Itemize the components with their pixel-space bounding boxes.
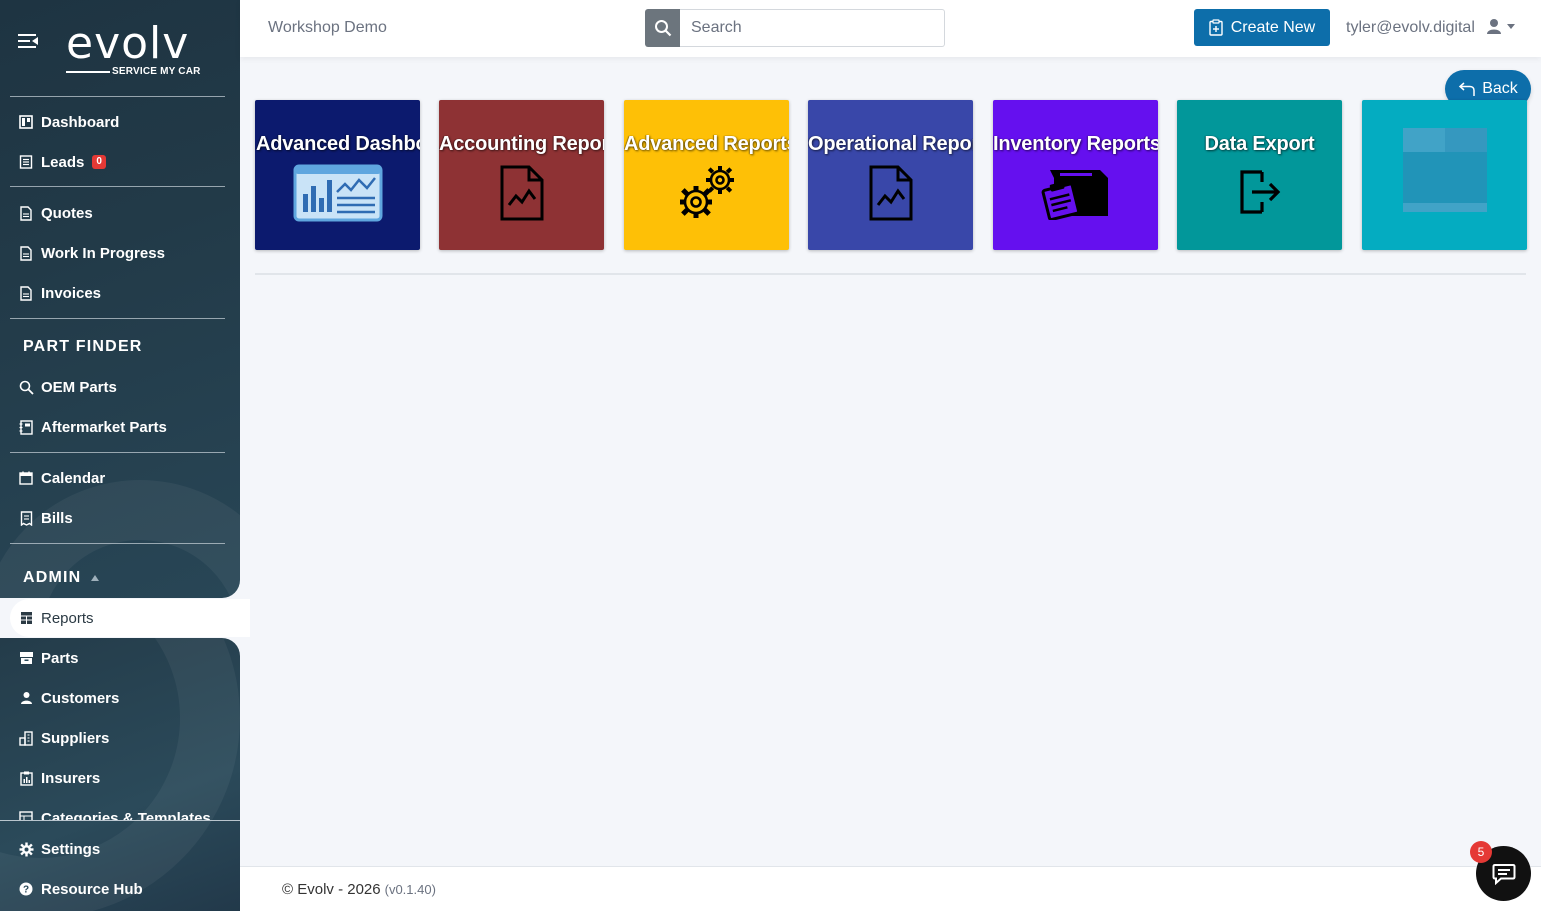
sidebar-divider	[10, 96, 225, 97]
part-finder-heading: PART FINDER	[23, 338, 143, 355]
evolv-logo[interactable]: evolv SERVICE MY CAR	[66, 22, 206, 80]
sidebar-divider	[10, 186, 225, 187]
menu-collapse-icon[interactable]	[18, 32, 40, 50]
building-icon	[18, 730, 34, 746]
table-placeholder-icon	[1402, 128, 1487, 212]
sidebar-item-oem-parts[interactable]: OEM Parts	[18, 376, 117, 398]
sidebar-item-calendar[interactable]: Calendar	[18, 467, 105, 489]
user-email: tyler@evolv.digital	[1346, 19, 1475, 36]
footer: © Evolv - 2026 (v0.1.40)	[240, 866, 1541, 911]
sidebar-item-quotes[interactable]: Quotes	[18, 202, 93, 224]
app-version: (v0.1.40)	[384, 882, 436, 897]
calendar-icon	[18, 470, 34, 486]
content-divider	[255, 273, 1526, 275]
report-file-icon	[869, 165, 912, 221]
sidebar-item-bills[interactable]: Bills	[18, 507, 73, 529]
chevron-down-icon	[1507, 24, 1515, 29]
tile-unlabeled-report[interactable]	[1362, 100, 1527, 250]
tile-advanced-dashboard[interactable]: Advanced Dashboard	[255, 100, 420, 250]
sidebar-item-leads[interactable]: Leads 0	[18, 151, 106, 173]
template-icon	[18, 810, 34, 820]
tile-accounting-reports[interactable]: Accounting Reports	[439, 100, 604, 250]
sidebar-item-settings[interactable]: Settings	[18, 838, 100, 860]
leads-count-badge: 0	[92, 155, 106, 169]
sidebar-item-reports[interactable]: Reports	[18, 607, 94, 629]
sidebar-item-work-in-progress[interactable]: Work In Progress	[18, 242, 165, 264]
tile-operational-reports[interactable]: Operational Reports	[808, 100, 973, 250]
tile-advanced-reports[interactable]: Advanced Reports	[624, 100, 789, 250]
sidebar-item-dashboard[interactable]: Dashboard	[18, 111, 119, 133]
back-arrow-icon	[1458, 81, 1476, 97]
svg-text:?: ?	[23, 885, 29, 896]
document-icon	[18, 245, 34, 261]
chat-icon	[1492, 863, 1515, 885]
export-icon	[1239, 170, 1280, 214]
user-icon	[1487, 19, 1501, 34]
catalog-icon	[18, 419, 34, 435]
sidebar-divider	[10, 318, 225, 319]
sidebar-divider	[10, 452, 225, 453]
chat-notification-badge: 5	[1470, 841, 1492, 863]
search-icon	[18, 379, 34, 395]
sidebar-item-aftermarket-parts[interactable]: Aftermarket Parts	[18, 416, 167, 438]
sidebar-item-invoices[interactable]: Invoices	[18, 282, 101, 304]
caret-up-icon	[91, 574, 100, 581]
tile-data-export[interactable]: Data Export	[1177, 100, 1342, 250]
footer-copyright: © Evolv - 2026 (v0.1.40)	[282, 881, 436, 898]
search-button[interactable]	[645, 9, 680, 47]
table-icon	[18, 610, 34, 626]
sidebar-item-suppliers[interactable]: Suppliers	[18, 727, 109, 749]
gear-icon	[18, 841, 34, 857]
bill-icon	[18, 510, 34, 526]
clipboard-icon	[18, 770, 34, 786]
sidebar-item-parts[interactable]: Parts	[18, 647, 79, 669]
create-new-button[interactable]: Create New	[1194, 9, 1330, 46]
sidebar-item-customers[interactable]: Customers	[18, 687, 119, 709]
dashboard-icon	[18, 114, 34, 130]
sidebar-scroll-clip: Categories & Templates	[0, 800, 240, 820]
search-icon	[654, 20, 671, 37]
sidebar-divider	[10, 543, 225, 544]
clipboard-plus-icon	[1209, 19, 1223, 36]
sidebar: evolv SERVICE MY CAR Dashboard Leads 0 Q…	[0, 0, 250, 911]
user-menu-toggle[interactable]	[1486, 18, 1515, 35]
admin-heading[interactable]: ADMIN	[23, 569, 100, 587]
sidebar-item-categories-templates[interactable]: Categories & Templates	[18, 807, 211, 820]
search-bar	[645, 9, 945, 47]
report-file-icon	[500, 165, 543, 221]
sidebar-item-resource-hub[interactable]: ? Resource Hub	[18, 878, 143, 900]
document-icon	[18, 205, 34, 221]
help-icon: ?	[18, 881, 34, 897]
workspace-name: Workshop Demo	[268, 19, 387, 36]
document-icon	[18, 285, 34, 301]
user-icon	[18, 690, 34, 706]
box-icon	[18, 650, 34, 666]
gears-icon	[679, 166, 734, 218]
tile-inventory-reports[interactable]: Inventory Reports	[993, 100, 1158, 250]
top-header: Workshop Demo Create New tyler@evolv.dig…	[240, 0, 1541, 57]
sidebar-divider	[0, 820, 240, 821]
dashboard-chart-icon	[293, 164, 382, 222]
search-input[interactable]	[680, 9, 945, 47]
sidebar-item-insurers[interactable]: Insurers	[18, 767, 100, 789]
inventory-icon	[1041, 170, 1108, 220]
leads-icon	[18, 154, 34, 170]
